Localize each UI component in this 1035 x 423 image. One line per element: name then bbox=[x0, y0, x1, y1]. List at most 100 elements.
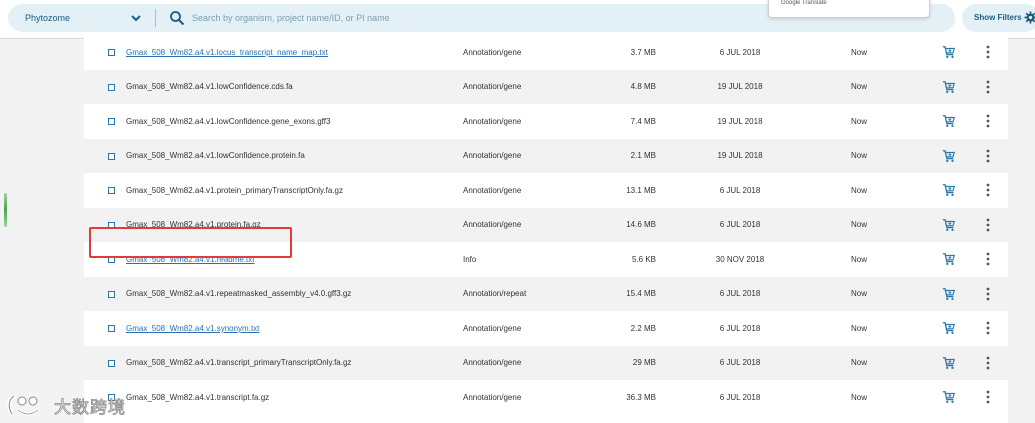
file-size: 13.1 MB bbox=[626, 185, 656, 195]
file-size: 2.1 MB bbox=[630, 151, 656, 161]
kebab-menu-icon[interactable] bbox=[983, 390, 993, 404]
kebab-menu-icon[interactable] bbox=[983, 114, 993, 128]
table-row: Gmax_508_Wm82.a4.v1.lowConfidence.cds.fa… bbox=[84, 69, 1008, 104]
file-name: Gmax_508_Wm82.a4.v1.protein_primaryTrans… bbox=[126, 185, 343, 195]
table-row: Gmax_508_Wm82.a4.v1.locus_transcript_nam… bbox=[84, 35, 1008, 70]
gear-icon bbox=[1024, 11, 1035, 24]
row-checkbox[interactable] bbox=[108, 118, 115, 125]
row-checkbox[interactable] bbox=[108, 83, 115, 91]
cart-icon[interactable] bbox=[942, 390, 956, 404]
row-checkbox[interactable] bbox=[108, 49, 115, 56]
table-row: Gmax_508_Wm82.a4.v1.repeatmasked_assembl… bbox=[84, 276, 1008, 311]
row-checkbox[interactable] bbox=[108, 256, 115, 263]
file-type: Annotation/gene bbox=[463, 323, 522, 333]
file-size: 29 MB bbox=[632, 358, 656, 368]
file-availability: Now bbox=[851, 392, 868, 402]
file-date: 6 JUL 2018 bbox=[719, 392, 761, 402]
show-filters-button[interactable]: Show Filters bbox=[962, 4, 1035, 32]
search-icon bbox=[170, 11, 185, 26]
table-row: Gmax_508_Wm82.a4.v1.transcript.fa.gz Anno… bbox=[84, 380, 1008, 415]
file-type: Annotation/gene bbox=[463, 358, 522, 368]
cart-icon[interactable] bbox=[942, 183, 956, 197]
row-checkbox[interactable] bbox=[108, 152, 115, 160]
table-row: Gmax_508_Wm82.a4.v1.synonym.txt Annotatio… bbox=[84, 311, 1008, 346]
translate-popup-label: Google Translate bbox=[781, 0, 827, 6]
file-availability: Now bbox=[851, 358, 868, 368]
cart-icon[interactable] bbox=[942, 218, 956, 232]
file-name[interactable]: Gmax_508_Wm82.a4.v1.readme.txt bbox=[126, 242, 255, 277]
file-size: 36.3 MB bbox=[626, 392, 656, 402]
kebab-menu-icon[interactable] bbox=[983, 183, 993, 197]
row-checkbox[interactable] bbox=[108, 187, 115, 194]
chevron-down-icon[interactable] bbox=[128, 10, 144, 26]
show-filters-label: Show Filters bbox=[974, 13, 1022, 22]
table-row: Gmax_508_Wm82.a4.v1.readme.txt Info 5.6 KB… bbox=[84, 242, 1008, 277]
file-name: Gmax_508_Wm82.a4.v1.transcript_primaryTr… bbox=[126, 358, 352, 368]
kebab-menu-icon[interactable] bbox=[983, 356, 993, 370]
file-availability: Now bbox=[851, 151, 868, 161]
row-checkbox[interactable] bbox=[108, 325, 115, 332]
cart-icon[interactable] bbox=[942, 80, 956, 94]
cart-icon[interactable] bbox=[942, 252, 956, 266]
kebab-menu-icon[interactable] bbox=[983, 45, 993, 59]
file-name: Gmax_508_Wm82.a4.v1.lowConfidence.cds.fa bbox=[126, 82, 293, 92]
file-name: Gmax_508_Wm82.a4.v1.protein.fa.gz bbox=[126, 220, 261, 230]
cart-icon[interactable] bbox=[942, 114, 956, 128]
kebab-menu-icon[interactable] bbox=[983, 287, 993, 301]
file-name: Gmax_508_Wm82.a4.v1.lowConfidence.gene_e… bbox=[126, 116, 331, 126]
file-name: Gmax_508_Wm82.a4.v1.repeatmasked_assembl… bbox=[126, 289, 352, 299]
file-availability: Now bbox=[851, 220, 868, 230]
kebab-menu-icon[interactable] bbox=[983, 80, 993, 94]
file-type: Annotation/gene bbox=[463, 116, 522, 126]
file-name: Gmax_508_Wm82.a4.v1.transcript.fa.gz bbox=[126, 392, 270, 402]
cart-icon[interactable] bbox=[942, 356, 956, 370]
kebab-menu-icon[interactable] bbox=[983, 321, 993, 335]
file-size: 7.4 MB bbox=[630, 116, 656, 126]
file-size: 14.6 MB bbox=[626, 220, 656, 230]
file-availability: Now bbox=[851, 254, 868, 264]
file-date: 6 JUL 2018 bbox=[719, 47, 761, 57]
row-checkbox[interactable] bbox=[108, 221, 115, 229]
file-availability: Now bbox=[851, 289, 868, 299]
file-availability: Now bbox=[851, 323, 868, 333]
cart-icon[interactable] bbox=[942, 321, 956, 335]
file-date: 19 JUL 2018 bbox=[717, 151, 763, 161]
kebab-menu-icon[interactable] bbox=[983, 252, 993, 266]
file-size: 4.8 MB bbox=[630, 82, 656, 92]
file-type: Annotation/gene bbox=[463, 220, 522, 230]
file-size: 2.2 MB bbox=[630, 323, 656, 333]
file-date: 6 JUL 2018 bbox=[719, 358, 761, 368]
file-type: Annotation/gene bbox=[463, 185, 522, 195]
file-date: 6 JUL 2018 bbox=[719, 323, 761, 333]
file-type: Annotation/gene bbox=[463, 151, 522, 161]
kebab-menu-icon[interactable] bbox=[983, 218, 993, 232]
watermark: 大数跨境 bbox=[6, 390, 126, 420]
file-type: Annotation/gene bbox=[463, 392, 522, 402]
row-checkbox[interactable] bbox=[108, 359, 115, 367]
table-row: Gmax_508_Wm82.a4.v1.lowConfidence.protei… bbox=[84, 138, 1008, 173]
cart-icon[interactable] bbox=[942, 149, 956, 163]
file-name: Gmax_508_Wm82.a4.v1.lowConfidence.protei… bbox=[126, 151, 305, 161]
file-date: 30 NOV 2018 bbox=[715, 254, 765, 264]
file-size: 3.7 MB bbox=[630, 47, 656, 57]
cart-icon[interactable] bbox=[942, 45, 956, 59]
file-availability: Now bbox=[851, 47, 868, 57]
row-checkbox[interactable] bbox=[108, 290, 115, 298]
table-row: Gmax_508_Wm82.a4.v1.protein_primaryTrans… bbox=[84, 173, 1008, 208]
file-availability: Now bbox=[851, 116, 868, 126]
file-type: Annotation/gene bbox=[463, 82, 522, 92]
kebab-menu-icon[interactable] bbox=[983, 149, 993, 163]
cart-icon[interactable] bbox=[942, 287, 956, 301]
file-date: 19 JUL 2018 bbox=[717, 116, 763, 126]
table-row: Gmax_508_Wm82.a4.v1.lowConfidence.gene_e… bbox=[84, 104, 1008, 139]
file-type: Annotation/gene bbox=[463, 47, 522, 57]
file-name[interactable]: Gmax_508_Wm82.a4.v1.locus_transcript_nam… bbox=[126, 35, 328, 70]
search-input[interactable] bbox=[192, 8, 752, 28]
file-type: Info bbox=[463, 254, 477, 264]
file-name[interactable]: Gmax_508_Wm82.a4.v1.synonym.txt bbox=[126, 311, 259, 346]
file-availability: Now bbox=[851, 82, 868, 92]
file-date: 19 JUL 2018 bbox=[717, 82, 763, 92]
table-row: Gmax_508_Wm82.a4.v1.protein.fa.gz Annotat… bbox=[84, 207, 1008, 242]
organism-select[interactable]: Phytozome bbox=[25, 4, 70, 32]
file-date: 6 JUL 2018 bbox=[719, 185, 761, 195]
